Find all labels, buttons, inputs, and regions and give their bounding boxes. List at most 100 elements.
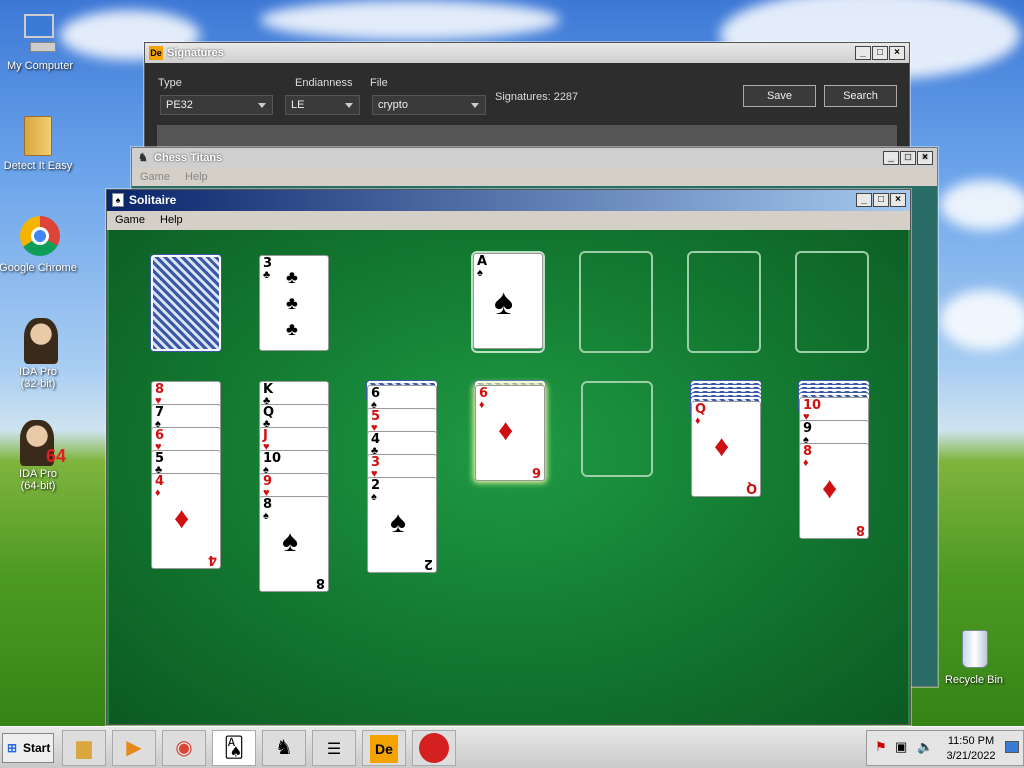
ida-portrait-icon <box>16 318 60 364</box>
chess-title-bar[interactable]: ♞ Chess Titans _ □ × <box>132 148 937 168</box>
clock-date: 3/21/2022 <box>946 750 996 762</box>
desktop-icon-detect-it-easy[interactable]: Detect It Easy <box>0 112 78 172</box>
tableau-card[interactable]: 8 ♠ ♠ 8 <box>259 496 329 592</box>
card-pip-icon: ♠ <box>390 506 406 539</box>
windows-logo-icon: ⊞ <box>7 741 18 755</box>
card-pip-icon: ♦ <box>822 472 838 505</box>
menu-help[interactable]: Help <box>185 171 208 183</box>
game-board[interactable]: 3 ♣ ♣ ♣ ♣ A ♠ ♠ 8 ♥ 7 ♠ 6 ♥ 5 ♣ 4 ♦ ♦ 4 K ♣ Q ♣ J ♥ 10 ♠ 9 ♥ 8… <box>109 230 908 724</box>
cloud <box>260 0 560 40</box>
display-icon[interactable]: ▣ <box>895 739 907 755</box>
type-label: Type <box>158 77 182 89</box>
club-icon: ♣ <box>263 269 271 281</box>
maximize-button[interactable]: □ <box>900 151 916 165</box>
card-suit-icon: ♦ <box>695 415 701 427</box>
save-button[interactable]: Save <box>743 85 816 107</box>
card-suit-icon: ♦ <box>155 487 161 499</box>
window-title: Chess Titans <box>154 152 223 164</box>
card-rank-bottom: 2 <box>423 556 433 571</box>
desktop-icon-label: Detect It Easy <box>3 160 73 172</box>
desktop-icon-label: Google Chrome <box>0 262 77 274</box>
solitaire-window[interactable]: ♠ Solitaire _ □ × Game Help 3 ♣ ♣ ♣ ♣ A … <box>106 189 911 725</box>
folder-icon: ▆ <box>76 737 92 759</box>
network-error-icon[interactable]: ⚑ <box>875 739 887 755</box>
chess-piece-icon: ♞ <box>275 737 293 759</box>
solitaire-title-bar[interactable]: ♠ Solitaire _ □ × <box>107 190 910 211</box>
taskbar-list-app[interactable]: ☰ <box>312 730 356 766</box>
card-rank-bottom: 6 <box>531 464 541 479</box>
file-select[interactable]: crypto <box>372 95 486 115</box>
show-desktop-icon[interactable] <box>1005 741 1019 753</box>
window-title: Solitaire <box>129 193 177 207</box>
waste-pile-card[interactable]: 3 ♣ ♣ ♣ ♣ <box>259 255 329 351</box>
card-pip-icon: ♠ <box>282 525 298 558</box>
tableau-card[interactable]: 8 ♦ ♦ 8 <box>799 443 869 539</box>
foundation-card[interactable]: A ♠ ♠ <box>473 253 543 349</box>
card-suit-icon: ♦ <box>479 399 485 411</box>
list-icon: ☰ <box>326 741 342 758</box>
menu-help[interactable]: Help <box>160 214 183 226</box>
taskbar-ida[interactable] <box>412 730 456 766</box>
media-player-icon: ▶ <box>126 737 142 759</box>
chess-menu-bar: Game Help <box>132 168 937 186</box>
taskbar-media-player[interactable]: ▶ <box>112 730 156 766</box>
cloud <box>940 290 1024 350</box>
folder-icon <box>16 112 60 158</box>
menu-game[interactable]: Game <box>140 171 170 183</box>
system-tray: ⚑ ▣ 🔈 11:50 PM 3/21/2022 <box>866 730 1024 766</box>
close-button[interactable]: × <box>889 46 905 60</box>
start-button[interactable]: ⊞ Start <box>2 733 54 763</box>
desktop-icon-label: IDA Pro (64-bit) <box>19 468 57 492</box>
signatures-window[interactable]: De Signatures _ □ × Type PE32 Endianness… <box>144 42 910 160</box>
maximize-button[interactable]: □ <box>873 193 889 207</box>
search-button[interactable]: Search <box>824 85 897 107</box>
desktop-icon-google-chrome[interactable]: Google Chrome <box>0 214 78 274</box>
stock-pile[interactable] <box>151 255 221 351</box>
start-label: Start <box>23 741 51 755</box>
clock[interactable]: 11:50 PM 3/21/2022 <box>943 734 999 764</box>
tableau-card[interactable]: 2 ♠ ♠ 2 <box>367 477 437 573</box>
card-suit-icon: ♠ <box>263 510 269 522</box>
spade-icon: ♠ <box>477 267 483 279</box>
desktop-icon-ida-pro-64[interactable]: 64 IDA Pro (64-bit) <box>0 420 78 492</box>
menu-game[interactable]: Game <box>115 214 145 226</box>
computer-icon <box>18 12 62 58</box>
desktop-icon-label: My Computer <box>6 60 74 72</box>
type-select[interactable]: PE32 <box>160 95 273 115</box>
taskbar-explorer[interactable]: ▆ <box>62 730 106 766</box>
desktop-icon-label: IDA Pro (32-bit) <box>19 366 57 390</box>
tableau-card[interactable]: Q ♦ ♦ Q <box>691 401 761 497</box>
solitaire-app-icon: ♠ <box>112 193 124 207</box>
volume-icon[interactable]: 🔈 <box>917 739 933 755</box>
chess-piece-icon: ♞ <box>138 152 148 164</box>
solitaire-menu-bar: Game Help <box>107 211 910 230</box>
tableau-card[interactable]: 4 ♦ ♦ 4 <box>151 473 221 569</box>
endianness-select[interactable]: LE <box>285 95 360 115</box>
desktop-icon-ida-pro-32[interactable]: IDA Pro (32-bit) <box>0 318 78 390</box>
signatures-count: Signatures: 2287 <box>495 91 579 103</box>
card-rank-bottom: Q <box>745 480 757 495</box>
taskbar-chrome[interactable]: ◉ <box>162 730 206 766</box>
die-logo-icon: De <box>370 735 398 763</box>
card-suit-icon: ♠ <box>371 491 377 503</box>
desktop-icon-recycle-bin[interactable]: Recycle Bin <box>934 626 1014 686</box>
close-button[interactable]: × <box>890 193 906 207</box>
minimize-button[interactable]: _ <box>856 193 872 207</box>
taskbar-chess-titans[interactable]: ♞ <box>262 730 306 766</box>
tableau-empty-slot[interactable] <box>581 381 653 477</box>
desktop-icon-my-computer[interactable]: My Computer <box>0 12 80 72</box>
foundation-slot[interactable] <box>687 251 761 353</box>
taskbar-solitaire[interactable]: 🂡 <box>212 730 256 766</box>
taskbar-detect-it-easy[interactable]: De <box>362 730 406 766</box>
foundation-slot[interactable] <box>579 251 653 353</box>
signatures-title-bar[interactable]: De Signatures _ □ × <box>145 43 909 63</box>
cloud <box>940 180 1024 230</box>
card-suit-icon: ♦ <box>803 457 809 469</box>
minimize-button[interactable]: _ <box>855 46 871 60</box>
minimize-button[interactable]: _ <box>883 151 899 165</box>
close-button[interactable]: × <box>917 151 933 165</box>
card-pip-icon: ♦ <box>174 502 190 535</box>
chrome-icon <box>16 214 60 260</box>
foundation-slot[interactable] <box>795 251 869 353</box>
maximize-button[interactable]: □ <box>872 46 888 60</box>
